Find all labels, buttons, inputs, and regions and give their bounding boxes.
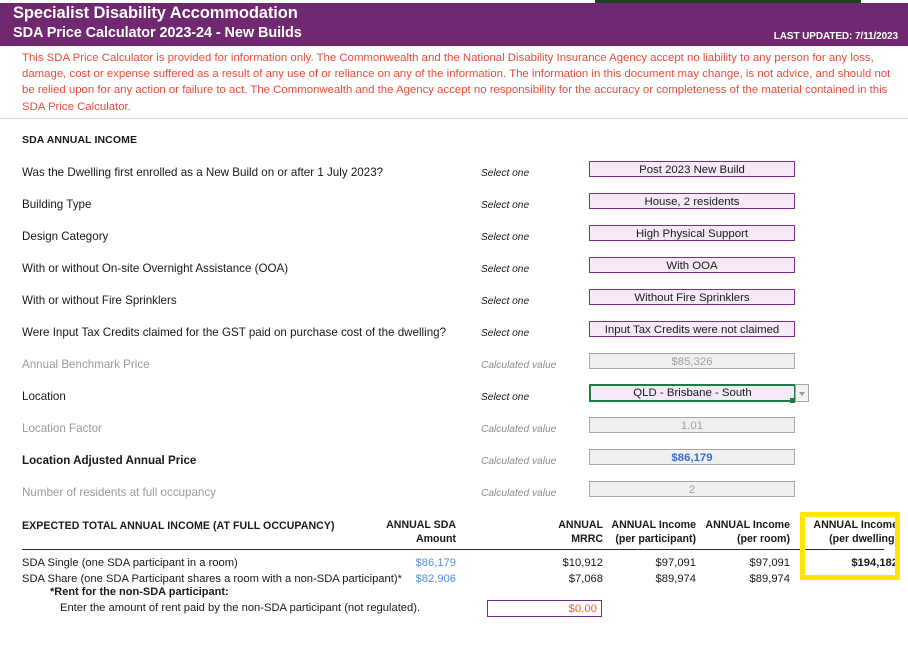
form-row-hint: Select one <box>481 392 530 403</box>
form-row: Design Category Select one High Physical S… <box>0 224 908 256</box>
form-calculated-value: $86,179 <box>589 449 795 465</box>
form-calculated-value: 2 <box>589 481 795 497</box>
form-row: With or without Fire Sprinklers Select on… <box>0 288 908 320</box>
form-row-label: With or without On-site Overnight Assist… <box>22 262 289 275</box>
table-cell-sda-amount: $82,906 <box>415 573 456 585</box>
form-row-label: Annual Benchmark Price <box>22 358 150 371</box>
form-row-label: Design Category <box>22 230 109 243</box>
form-row-hint: Select one <box>481 296 530 307</box>
page-subtitle: SDA Price Calculator 2023-24 - New Build… <box>13 25 302 41</box>
rent-note-heading: *Rent for the non-SDA participant: <box>50 586 229 598</box>
page-title: Specialist Disability Accommodation <box>13 4 298 22</box>
form-row-hint: Select one <box>481 264 530 275</box>
table-column-header: ANNUAL Income (per participant) <box>611 518 696 546</box>
rent-note-description: Enter the amount of rent paid by the non… <box>60 602 421 614</box>
location-dropdown-value[interactable]: QLD - Brisbane - South <box>589 384 796 402</box>
table-cell-per-dwelling: $194,182 <box>851 557 898 569</box>
table-cell-per-participant: $97,091 <box>655 557 696 569</box>
form-row: With or without On-site Overnight Assist… <box>0 256 908 288</box>
form-row-hint: Select one <box>481 328 530 339</box>
column-header-line2: Amount <box>415 533 456 545</box>
non-sda-rent-input[interactable]: $0.00 <box>487 600 602 617</box>
form-row: Number of residents at full occupancy Cal… <box>0 480 908 512</box>
table-cell-per-room: $89,974 <box>749 573 790 585</box>
form-row-hint: Calculated value <box>481 424 557 435</box>
chevron-down-icon[interactable] <box>795 384 809 402</box>
form-row: Location Adjusted Annual Price Calculated… <box>0 448 908 480</box>
column-header-line1: ANNUAL SDA <box>386 519 456 531</box>
section-heading-sda-annual-income: SDA ANNUAL INCOME <box>22 134 138 146</box>
table-cell-sda-amount: $86,179 <box>415 557 456 569</box>
table-cell-per-room: $97,091 <box>749 557 790 569</box>
form-select-value[interactable]: Post 2023 New Build <box>589 161 795 177</box>
column-header-line1: ANNUAL Income <box>611 519 696 531</box>
form-row-label: With or without Fire Sprinklers <box>22 294 177 307</box>
form-row-hint: Select one <box>481 168 530 179</box>
column-header-line2: (per dwelling) <box>829 533 898 545</box>
form-row: Annual Benchmark Price Calculated value $8… <box>0 352 908 384</box>
last-updated-label: LAST UPDATED: 7/11/2023 <box>773 31 898 42</box>
header-divider <box>0 118 908 119</box>
form-row-label: Location <box>22 390 66 403</box>
table-cell-mrrc: $10,912 <box>562 557 603 569</box>
form-row-hint: Select one <box>481 232 530 243</box>
form-select-value[interactable]: Without Fire Sprinklers <box>589 289 795 305</box>
form-row: Was the Dwelling first enrolled as a New… <box>0 160 908 192</box>
form-row: Location Select one QLD - Brisbane - South <box>0 384 908 416</box>
table-cell-per-participant: $89,974 <box>655 573 696 585</box>
form-row-hint: Calculated value <box>481 488 557 499</box>
disclaimer-text: This SDA Price Calculator is provided fo… <box>22 52 891 113</box>
table-row: SDA Single (one SDA participant in a roo… <box>0 557 908 572</box>
column-header-line1: ANNUAL Income <box>813 519 898 531</box>
form-row: Were Input Tax Credits claimed for the G… <box>0 320 908 352</box>
form-calculated-value: $85,326 <box>589 353 795 369</box>
column-header-line2: (per room) <box>737 533 790 545</box>
table-title: EXPECTED TOTAL ANNUAL INCOME (AT FULL OC… <box>22 520 335 532</box>
column-header-line2: (per participant) <box>615 533 696 545</box>
table-cell-mrrc: $7,068 <box>568 573 603 585</box>
form-select-value[interactable]: Input Tax Credits were not claimed <box>589 321 795 337</box>
column-header-line1: ANNUAL Income <box>705 519 790 531</box>
form-row-hint: Calculated value <box>481 456 557 467</box>
form-select-value[interactable]: High Physical Support <box>589 225 795 241</box>
form-row: Location Factor Calculated value 1.01 <box>0 416 908 448</box>
table-column-header: ANNUAL MRRC <box>558 518 603 546</box>
table-row-label: SDA Share (one SDA Participant shares a … <box>22 573 402 585</box>
table-column-header: ANNUAL Income (per room) <box>705 518 790 546</box>
form-row-hint: Calculated value <box>481 360 557 371</box>
table-column-header: ANNUAL Income (per dwelling) <box>813 518 898 546</box>
form-calculated-value: 1.01 <box>589 417 795 433</box>
table-row-label: SDA Single (one SDA participant in a roo… <box>22 557 238 569</box>
form-row-label: Location Factor <box>22 422 102 435</box>
form-row: Building Type Select one House, 2 resident… <box>0 192 908 224</box>
form-row-label: Location Adjusted Annual Price <box>22 454 197 467</box>
table-header-rule <box>22 549 884 550</box>
form-row-hint: Select one <box>481 200 530 211</box>
table-column-header: ANNUAL SDA Amount <box>386 518 456 546</box>
form-row-label: Were Input Tax Credits claimed for the G… <box>22 326 447 339</box>
column-header-line1: ANNUAL <box>558 519 603 531</box>
form-row-label: Building Type <box>22 198 92 211</box>
form-select-value[interactable]: With OOA <box>589 257 795 273</box>
form-row-label: Was the Dwelling first enrolled as a New… <box>22 166 384 179</box>
form-row-label: Number of residents at full occupancy <box>22 486 216 499</box>
page-header-banner: Specialist Disability Accommodation SDA … <box>0 3 908 46</box>
column-header-line2: MRRC <box>571 533 603 545</box>
form-select-value[interactable]: House, 2 residents <box>589 193 795 209</box>
